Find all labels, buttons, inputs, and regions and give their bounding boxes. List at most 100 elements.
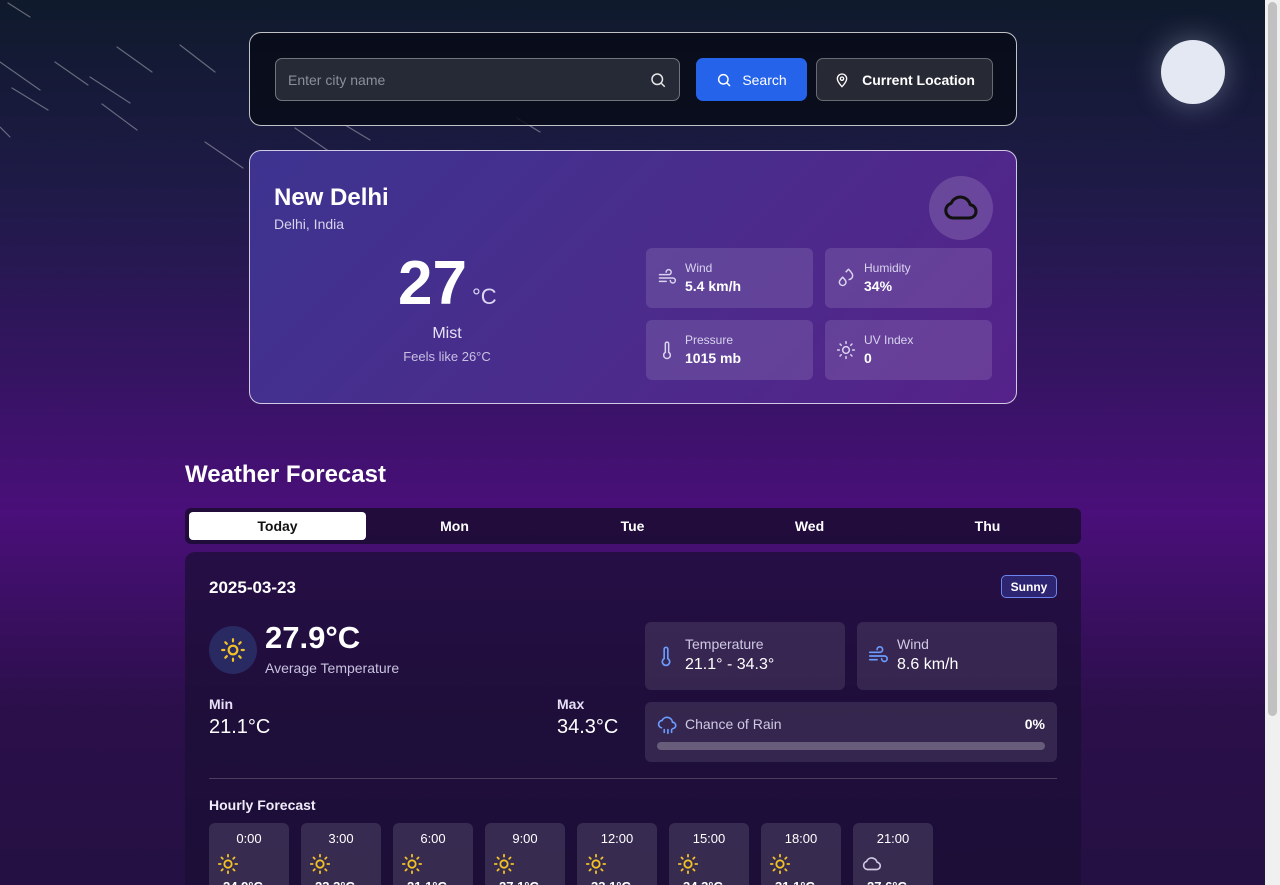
wind-icon <box>868 646 888 663</box>
stat-pressure: Pressure 1015 mb <box>646 320 813 380</box>
min-label: Min <box>209 696 234 712</box>
hour-temperature: 27.1°C <box>499 879 539 885</box>
sun-icon <box>221 638 245 662</box>
sun-icon <box>217 853 239 875</box>
hour-temperature: 21.1°C <box>407 879 447 885</box>
hourly-card: 12:00 33.1°C <box>577 823 657 885</box>
max-label: Max <box>557 696 585 712</box>
forecast-title: Weather Forecast <box>185 461 386 488</box>
wind-value: 8.6 km/h <box>897 656 959 673</box>
stat-label: Wind <box>685 261 713 275</box>
sun-icon <box>769 853 791 875</box>
hourly-card: 18:00 31.1°C <box>761 823 841 885</box>
sun-icon <box>401 853 423 875</box>
search-box <box>275 58 680 101</box>
current-location-button[interactable]: Current Location <box>816 58 993 101</box>
search-icon <box>718 73 731 87</box>
sun-icon <box>836 340 856 360</box>
moon-decoration <box>1161 40 1225 104</box>
cloud-icon <box>862 857 882 871</box>
droplets-icon <box>838 268 854 287</box>
tab-wed[interactable]: Wed <box>721 512 898 540</box>
section-divider <box>209 778 1057 779</box>
sun-icon <box>493 853 515 875</box>
hour-time: 9:00 <box>512 831 538 846</box>
rain-progress-bar <box>657 742 1045 750</box>
hour-time: 18:00 <box>784 831 818 846</box>
forecast-date: 2025-03-23 <box>209 578 296 597</box>
wind-icon <box>658 268 677 284</box>
tab-thu[interactable]: Thu <box>899 512 1076 540</box>
hour-time: 0:00 <box>236 831 262 846</box>
cloud-rain-icon <box>657 716 677 735</box>
day-weather-icon-badge <box>209 626 257 674</box>
hour-time: 12:00 <box>600 831 634 846</box>
temperature-range-value: 21.1° - 34.3° <box>685 656 775 673</box>
cloud-icon <box>944 195 978 220</box>
map-pin-icon <box>836 72 848 88</box>
hourly-card: 6:00 21.1°C <box>393 823 473 885</box>
city-region: Delhi, India <box>274 216 345 232</box>
wind-card: Wind 8.6 km/h <box>857 622 1057 690</box>
stat-label: UV Index <box>864 333 914 347</box>
tab-today[interactable]: Today <box>189 512 366 540</box>
stat-label: Pressure <box>685 333 734 347</box>
hour-temperature: 31.1°C <box>775 879 815 885</box>
hourly-card: 3:00 23.3°C <box>301 823 381 885</box>
stat-label: Humidity <box>864 261 911 275</box>
hour-temperature: 23.3°C <box>315 879 355 885</box>
city-search-input[interactable] <box>288 59 638 100</box>
thermometer-icon <box>662 341 672 360</box>
hourly-card: 9:00 27.1°C <box>485 823 565 885</box>
hour-temperature: 33.1°C <box>591 879 631 885</box>
hour-temperature: 27.6°C <box>867 879 907 885</box>
min-value: 21.1°C <box>209 716 271 738</box>
chance-of-rain-value: 0% <box>1024 716 1045 732</box>
temperature-range-label: Temperature <box>685 636 764 652</box>
average-temperature: 27.9°C <box>265 620 361 655</box>
hour-temperature: 24.9°C <box>223 879 263 885</box>
average-temperature-label: Average Temperature <box>265 660 400 676</box>
forecast-tabs: Today Mon Tue Wed Thu <box>185 508 1081 544</box>
current-weather-card: New Delhi Delhi, India 27 °C Mist Feels … <box>249 150 1017 404</box>
current-temperature: 27 <box>398 249 467 318</box>
stat-wind: Wind 5.4 km/h <box>646 248 813 308</box>
search-button[interactable]: Search <box>696 58 807 101</box>
hourly-card: 15:00 34.3°C <box>669 823 749 885</box>
hourly-forecast-title: Hourly Forecast <box>209 797 316 813</box>
day-forecast-panel: 2025-03-23 Sunny 27.9°C Average Temperat… <box>185 552 1081 885</box>
hour-time: 3:00 <box>328 831 354 846</box>
hourly-card: 21:00 27.6°C <box>853 823 933 885</box>
sun-icon <box>677 853 699 875</box>
hour-time: 15:00 <box>692 831 726 846</box>
stat-value: 1015 mb <box>685 350 742 366</box>
stat-humidity: Humidity 34% <box>825 248 992 308</box>
hourly-card: 0:00 24.9°C <box>209 823 289 885</box>
tab-mon[interactable]: Mon <box>366 512 543 540</box>
stat-value: 0 <box>864 350 872 366</box>
chance-of-rain-card: Chance of Rain 0% <box>645 702 1057 762</box>
stat-value: 34% <box>864 278 893 294</box>
hour-temperature: 34.3°C <box>683 879 723 885</box>
feels-like: Feels like 26°C <box>403 349 491 364</box>
hour-time: 21:00 <box>876 831 910 846</box>
thermometer-icon <box>661 646 671 667</box>
sun-icon <box>585 853 607 875</box>
city-name: New Delhi <box>274 184 389 211</box>
hour-time: 6:00 <box>420 831 446 846</box>
weather-icon-badge <box>929 176 993 240</box>
current-location-label: Current Location <box>862 71 975 88</box>
search-panel: Search Current Location <box>249 32 1017 126</box>
wind-label: Wind <box>897 636 929 652</box>
temperature-range-card: Temperature 21.1° - 34.3° <box>645 622 845 690</box>
stat-uv-index: UV Index 0 <box>825 320 992 380</box>
max-value: 34.3°C <box>557 716 619 738</box>
search-icon[interactable] <box>649 71 667 89</box>
temperature-unit: °C <box>472 284 497 309</box>
scrollbar-thumb[interactable] <box>1268 2 1277 716</box>
stat-value: 5.4 km/h <box>685 278 742 294</box>
tab-tue[interactable]: Tue <box>544 512 721 540</box>
condition-badge: Sunny <box>1001 575 1057 598</box>
sun-icon <box>309 853 331 875</box>
chance-of-rain-label: Chance of Rain <box>685 716 782 732</box>
